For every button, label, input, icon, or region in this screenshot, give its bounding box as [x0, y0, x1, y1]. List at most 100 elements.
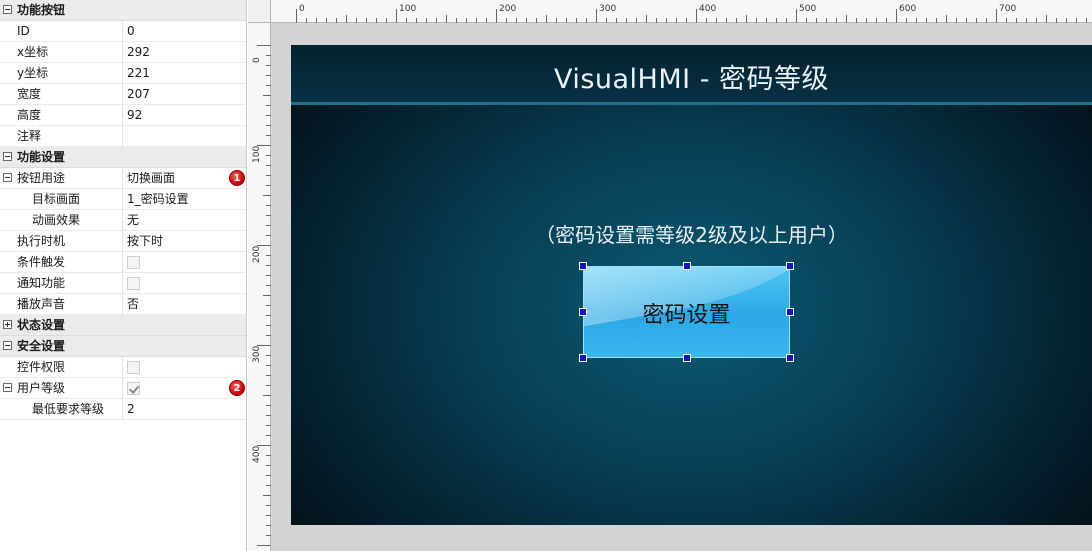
- ruler-tick: [266, 535, 271, 536]
- property-row[interactable]: 条件触发: [0, 252, 246, 273]
- ruler-tick: [756, 18, 757, 23]
- password-settings-button-label: 密码设置: [642, 303, 731, 328]
- ruler-tick: [936, 18, 937, 23]
- ruler-tick: [1026, 18, 1027, 23]
- ruler-tick: [263, 495, 271, 496]
- ruler-tick: [266, 435, 271, 436]
- property-label: ID: [0, 21, 123, 42]
- property-label: 播放声音: [0, 294, 123, 315]
- ruler-tick: [266, 115, 271, 116]
- ruler-tick: [266, 355, 271, 356]
- property-row[interactable]: y坐标 221: [0, 63, 246, 84]
- ruler-tick: [496, 9, 497, 23]
- ruler-tick: [1066, 18, 1067, 23]
- property-label: 高度: [0, 105, 123, 126]
- property-row[interactable]: 执行时机 按下时: [0, 231, 246, 252]
- property-value[interactable]: 按下时: [127, 231, 246, 252]
- resize-handle[interactable]: [579, 262, 587, 270]
- resize-handle[interactable]: [786, 308, 794, 316]
- ruler-tick: [776, 18, 777, 23]
- ruler-tick: [426, 18, 427, 23]
- property-value[interactable]: 0: [127, 21, 246, 42]
- property-row[interactable]: 目标画面 1_密码设置: [0, 189, 246, 210]
- property-value[interactable]: 无: [127, 210, 246, 231]
- property-value[interactable]: 92: [127, 105, 246, 126]
- password-settings-button[interactable]: 密码设置: [583, 266, 790, 358]
- hmi-screen[interactable]: VisualHMI - 密码等级 （密码设置需等级2级及以上用户） 密码设置: [291, 45, 1092, 525]
- ruler-tick: [416, 18, 417, 23]
- property-row[interactable]: 动画效果无: [0, 210, 246, 231]
- ruler-tick: [266, 475, 271, 476]
- property-label: 注释: [0, 126, 123, 147]
- ruler-tick: [536, 18, 537, 23]
- property-category[interactable]: 功能设置: [0, 147, 246, 168]
- ruler-tick: [716, 18, 717, 23]
- property-row[interactable]: 宽度 207: [0, 84, 246, 105]
- property-value[interactable]: 221: [127, 63, 246, 84]
- ruler-tick: [346, 15, 347, 23]
- property-category[interactable]: 安全设置: [0, 336, 246, 357]
- ruler-label: 0: [299, 4, 305, 14]
- ruler-tick: [706, 18, 707, 23]
- property-value[interactable]: 2: [127, 399, 246, 420]
- property-label: 按钮用途: [0, 168, 123, 189]
- ruler-tick: [266, 335, 271, 336]
- ruler-tick: [486, 18, 487, 23]
- property-value[interactable]: [127, 357, 246, 378]
- ruler-tick: [266, 325, 271, 326]
- ruler-tick: [666, 18, 667, 23]
- property-row[interactable]: 高度 92: [0, 105, 246, 126]
- property-row[interactable]: 通知功能: [0, 273, 246, 294]
- ruler-tick: [726, 18, 727, 23]
- property-row[interactable]: ID 0: [0, 21, 246, 42]
- property-row[interactable]: 播放声音否: [0, 294, 246, 315]
- property-row[interactable]: 最低要求等级 2: [0, 399, 246, 420]
- property-category[interactable]: 功能按钮: [0, 0, 246, 21]
- ruler-tick: [856, 18, 857, 23]
- ruler-tick: [696, 9, 697, 23]
- resize-handle[interactable]: [682, 262, 691, 270]
- property-checkbox[interactable]: [127, 277, 140, 290]
- property-value[interactable]: 1_密码设置: [127, 189, 246, 210]
- resize-handle[interactable]: [786, 354, 794, 362]
- ruler-tick: [266, 235, 271, 236]
- property-row[interactable]: 控件权限: [0, 357, 246, 378]
- ruler-label: 600: [899, 4, 917, 14]
- property-row[interactable]: x坐标 292: [0, 42, 246, 63]
- ruler-label: 300: [252, 345, 262, 363]
- ruler-tick: [266, 65, 271, 66]
- ruler-tick: [266, 135, 271, 136]
- property-value[interactable]: [127, 252, 246, 273]
- property-row[interactable]: 注释: [0, 126, 246, 147]
- ruler-tick: [257, 545, 271, 546]
- ruler-tick: [866, 18, 867, 23]
- property-label: 用户等级: [0, 378, 123, 399]
- property-checkbox[interactable]: [127, 256, 140, 269]
- property-checkbox[interactable]: [127, 382, 140, 395]
- resize-handle[interactable]: [682, 354, 691, 362]
- property-checkbox[interactable]: [127, 361, 140, 374]
- ruler-tick: [1036, 18, 1037, 23]
- property-value[interactable]: 207: [127, 84, 246, 105]
- property-value[interactable]: 否: [127, 294, 246, 315]
- ruler-tick: [266, 505, 271, 506]
- hmi-title: VisualHMI - 密码等级: [553, 64, 830, 95]
- ruler-label: 300: [599, 4, 617, 14]
- property-category[interactable]: 状态设置: [0, 315, 246, 336]
- resize-handle[interactable]: [579, 308, 587, 316]
- resize-handle[interactable]: [786, 262, 794, 270]
- ruler-tick: [386, 18, 387, 23]
- property-value[interactable]: [127, 126, 246, 147]
- property-row[interactable]: 按钮用途 切换画面 1: [0, 168, 246, 189]
- property-value[interactable]: 292: [127, 42, 246, 63]
- ruler-tick: [266, 425, 271, 426]
- property-label: x坐标: [0, 42, 123, 63]
- ruler-tick: [266, 415, 271, 416]
- property-value[interactable]: [127, 273, 246, 294]
- password-level-hint: （密码设置需等级2级及以上用户）: [535, 223, 848, 247]
- property-row[interactable]: 用户等级 2: [0, 378, 246, 399]
- property-label: 条件触发: [0, 252, 123, 273]
- resize-handle[interactable]: [579, 354, 587, 362]
- ruler-tick: [266, 375, 271, 376]
- ruler-tick: [376, 18, 377, 23]
